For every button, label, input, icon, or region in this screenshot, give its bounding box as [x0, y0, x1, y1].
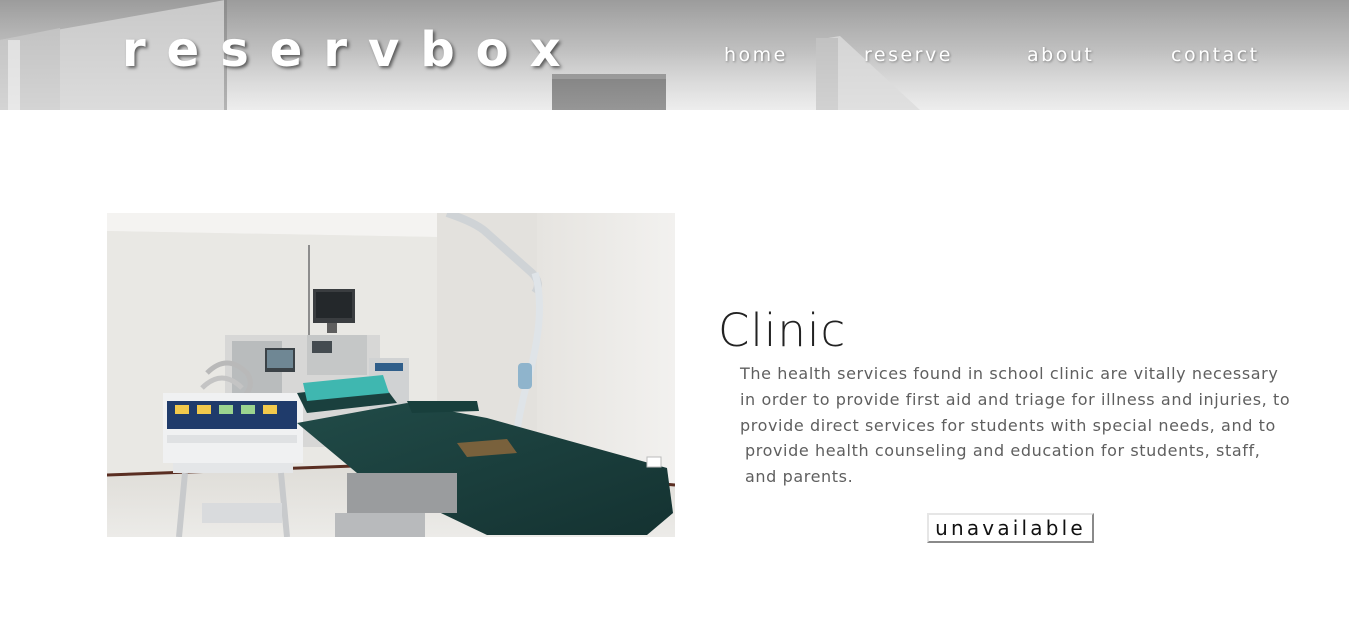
clinic-room-image [107, 213, 675, 537]
room-title: Clinic [718, 304, 847, 357]
description-line: and parents. [745, 467, 854, 487]
description-line: in order to provide first aid and triage… [740, 389, 1291, 409]
nav-home-link[interactable]: home [724, 43, 788, 67]
nav-about-link[interactable]: about [1027, 43, 1094, 67]
room-description: The health services found in school clin… [740, 361, 1320, 490]
description-line: provide direct services for students wit… [740, 415, 1276, 435]
availability-button[interactable]: unavailable [927, 513, 1094, 543]
site-header: reservbox home reserve about contact [0, 0, 1349, 110]
site-logo[interactable]: reservbox [122, 18, 582, 82]
nav-reserve-link[interactable]: reserve [864, 43, 953, 67]
nav-contact-link[interactable]: contact [1171, 43, 1260, 67]
description-line: The health services found in school clin… [740, 364, 1279, 383]
room-photo [107, 213, 675, 537]
description-line: provide health counseling and education … [745, 441, 1261, 461]
